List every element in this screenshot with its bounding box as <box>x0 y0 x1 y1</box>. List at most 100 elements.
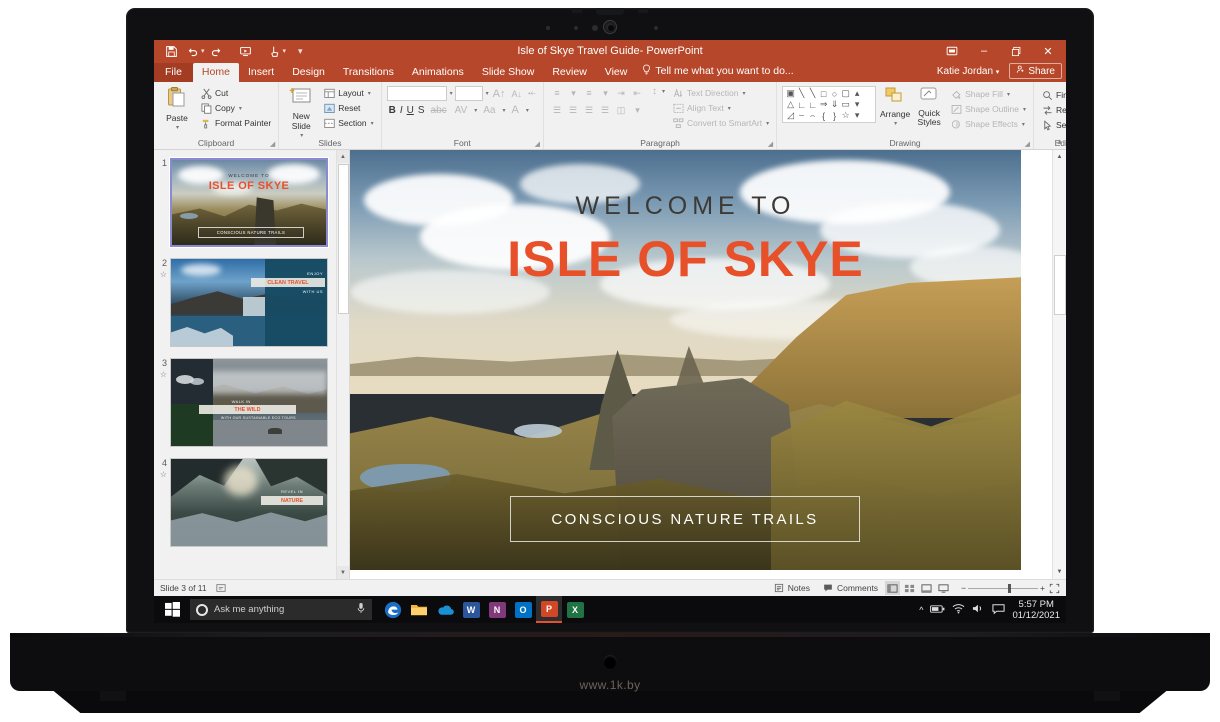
shape-fill-button[interactable]: Shape Fill ▾ <box>948 87 1028 101</box>
slide-title-text[interactable]: ISLE OF SKYE <box>350 230 1021 288</box>
excel-icon[interactable]: X <box>562 596 588 623</box>
thumbnail-slide-4[interactable]: REVEL IN NATURE <box>170 458 328 547</box>
font-name-dropdown-icon[interactable]: ▾ <box>450 90 453 97</box>
change-case-dropdown-icon[interactable]: ▾ <box>503 107 506 114</box>
strikethrough-icon[interactable]: abc <box>429 105 449 116</box>
shape-right-arrow-icon[interactable]: ⇒ <box>818 99 829 110</box>
minimize-button[interactable]: – <box>968 40 1000 62</box>
quick-styles-button[interactable]: Quick Styles <box>914 86 944 127</box>
customize-quick-access-icon[interactable]: ▾ <box>298 46 303 57</box>
clipboard-dialog-launcher[interactable]: ◢ <box>270 140 275 148</box>
justify-icon[interactable]: ☰ <box>597 105 613 116</box>
fit-slide-icon[interactable] <box>1047 581 1062 595</box>
shape-arc-icon[interactable]: ⌣ <box>796 110 807 121</box>
smartart-dropdown-icon[interactable]: ▾ <box>766 120 769 127</box>
align-text-dropdown-icon[interactable]: ▾ <box>728 105 731 112</box>
convert-to-smartart-button[interactable]: Convert to SmartArt ▾ <box>670 116 771 130</box>
shape-oval-icon[interactable]: ○ <box>829 88 840 99</box>
shapes-more-icon[interactable]: ▾ <box>852 110 862 121</box>
shapes-scroll-up-icon[interactable]: ▴ <box>852 88 862 99</box>
tab-review[interactable]: Review <box>543 63 595 82</box>
font-size-input[interactable] <box>454 86 483 101</box>
select-button[interactable]: Select ▾ <box>1039 118 1066 132</box>
paragraph-dialog-launcher[interactable]: ◢ <box>768 140 773 148</box>
shape-callout-icon[interactable]: ▭ <box>840 99 851 110</box>
slide-eyebrow-text[interactable]: WELCOME TO <box>350 192 1021 221</box>
normal-view-icon[interactable] <box>885 581 901 595</box>
powerpoint-icon[interactable]: P <box>536 596 562 623</box>
bullets-dropdown-icon[interactable]: ▾ <box>566 88 581 99</box>
thumbnail-item[interactable]: 1 WELCOME TO ISLE OF SKYE CONSCIOUS NATU… <box>154 154 336 248</box>
slide-vertical-scrollbar[interactable]: ▲ ▼ <box>1052 150 1066 579</box>
clock[interactable]: 5:57 PM 01/12/2021 <box>1012 599 1060 621</box>
decrease-indent-icon[interactable]: ⇥ <box>613 88 629 99</box>
slide-editing-pane[interactable]: WELCOME TO ISLE OF SKYE CONSCIOUS NATURE… <box>350 150 1066 579</box>
thumbnail-slide-1[interactable]: WELCOME TO ISLE OF SKYE CONSCIOUS NATURE… <box>169 157 329 248</box>
shape-outline-button[interactable]: Shape Outline ▾ <box>948 102 1028 116</box>
accessibility-icon[interactable] <box>215 582 227 594</box>
zoom-knob[interactable] <box>1008 583 1012 593</box>
columns-icon[interactable]: ◫ <box>613 105 629 116</box>
section-button[interactable]: Section ▾ <box>321 116 375 130</box>
line-spacing-icon[interactable]: ↕ <box>650 86 659 97</box>
thumbnail-scroll-thumb[interactable] <box>338 164 349 314</box>
tab-transitions[interactable]: Transitions <box>334 63 403 82</box>
wifi-icon[interactable] <box>952 603 965 616</box>
ribbon-display-options-icon[interactable] <box>936 40 968 62</box>
align-text-button[interactable]: Align Text ▾ <box>670 101 771 115</box>
align-left-icon[interactable]: ☰ <box>549 105 565 116</box>
thumbnail-scroll-up-icon[interactable]: ▲ <box>337 150 349 163</box>
scroll-up-icon[interactable]: ▲ <box>1053 150 1066 164</box>
numbering-icon[interactable]: ≡ <box>581 88 597 98</box>
shapes-gallery[interactable]: ▣ ╲ ╲ □ ○ ▢ ▴ △ ∟ ∟ ⇒ ⇓ ▭ ▾ ◿ ⌣ ⌢ {} ☆ … <box>782 86 877 123</box>
layout-button[interactable]: Layout ▾ <box>321 86 375 100</box>
font-color-dropdown-icon[interactable]: ▾ <box>526 107 529 114</box>
replace-button[interactable]: Replace ▾ <box>1039 103 1066 117</box>
align-right-icon[interactable]: ☰ <box>581 105 597 116</box>
shape-curve2-icon[interactable]: ⌢ <box>807 110 818 121</box>
comments-button[interactable]: Comments <box>817 581 883 596</box>
tell-me-search[interactable]: Tell me what you want to do... <box>642 64 794 82</box>
tab-insert[interactable]: Insert <box>239 63 283 82</box>
redo-icon[interactable] <box>207 42 226 60</box>
bullets-icon[interactable]: ≡ <box>549 88 565 98</box>
search-input[interactable]: Ask me anything <box>190 599 372 620</box>
shape-line-icon[interactable]: ╲ <box>796 88 807 99</box>
underline-button[interactable]: U <box>407 105 414 116</box>
volume-icon[interactable] <box>972 603 985 616</box>
clear-formatting-icon[interactable]: ⤝ <box>526 88 538 99</box>
cut-button[interactable]: Cut <box>198 86 273 100</box>
tab-animations[interactable]: Animations <box>403 63 473 82</box>
edge-icon[interactable] <box>380 596 406 623</box>
text-direction-button[interactable]: Text Direction ▾ <box>670 86 771 100</box>
shape-effects-button[interactable]: Shape Effects ▾ <box>948 117 1028 131</box>
reading-view-icon[interactable] <box>919 581 934 595</box>
tab-slide-show[interactable]: Slide Show <box>473 63 544 82</box>
shape-rounded-rect-icon[interactable]: ▢ <box>840 88 851 99</box>
undo-dropdown-icon[interactable]: ▾ <box>201 47 205 55</box>
shape-textbox-icon[interactable]: ▣ <box>785 88 796 99</box>
text-shadow-button[interactable]: S <box>418 105 425 116</box>
paste-dropdown-icon[interactable]: ▾ <box>176 123 179 133</box>
shape-effects-dropdown-icon[interactable]: ▾ <box>1022 121 1025 128</box>
zoom-out-button[interactable]: − <box>961 583 966 593</box>
shape-curve-icon[interactable]: ∟ <box>807 99 818 110</box>
shapes-scroll-down-icon[interactable]: ▾ <box>852 99 862 110</box>
increase-font-size-icon[interactable]: A↑ <box>491 88 508 100</box>
scroll-down-icon[interactable]: ▼ <box>1053 565 1066 579</box>
text-direction-dropdown-icon[interactable]: ▾ <box>743 90 746 97</box>
slide-cta-text[interactable]: CONSCIOUS NATURE TRAILS <box>510 496 860 542</box>
restore-button[interactable] <box>1000 40 1032 62</box>
columns-dropdown-icon[interactable]: ▾ <box>630 105 645 116</box>
font-name-input[interactable] <box>386 86 447 101</box>
shape-triangle-icon[interactable]: △ <box>785 99 796 110</box>
italic-button[interactable]: I <box>400 105 403 116</box>
line-spacing-dropdown-icon[interactable]: ▾ <box>662 88 665 95</box>
font-size-dropdown-icon[interactable]: ▾ <box>486 90 489 97</box>
action-center-icon[interactable] <box>992 603 1006 617</box>
onenote-icon[interactable]: N <box>484 596 510 623</box>
file-explorer-icon[interactable] <box>406 596 432 623</box>
thumbnail-item[interactable]: 4 ☆ REVEL IN NATURE <box>154 447 336 547</box>
share-button[interactable]: Share <box>1009 63 1062 79</box>
account-name[interactable]: Katie Jordan ▾ <box>937 66 999 77</box>
